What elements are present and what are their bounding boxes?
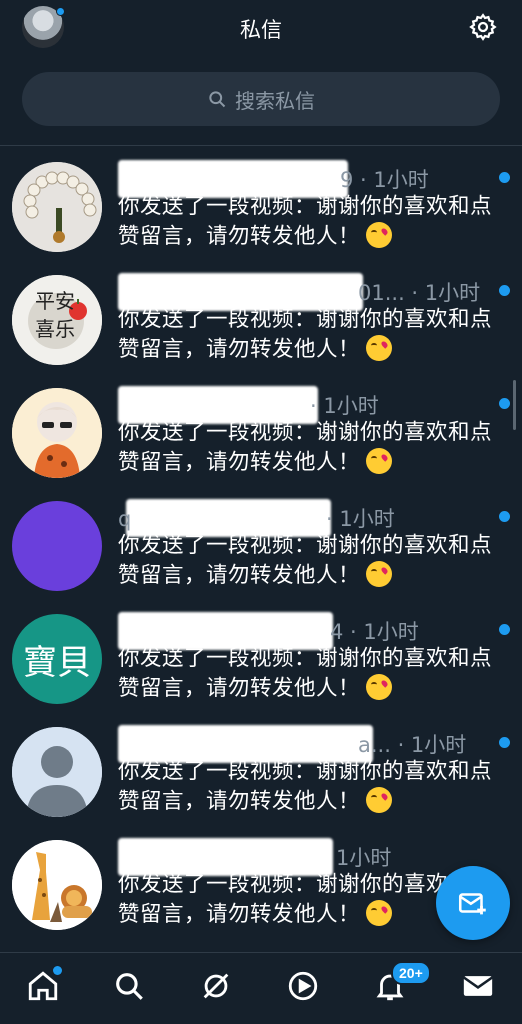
- avatar-text: 平安喜乐: [35, 289, 75, 341]
- preview-text: 你发送了一段视频：谢谢你的喜欢和点赞留言，请勿转发他人！: [118, 307, 493, 362]
- search-placeholder: 搜索私信: [235, 88, 315, 113]
- kissing-face-emoji-icon: [366, 222, 393, 248]
- default-person-icon: [12, 727, 102, 817]
- gear-icon[interactable]: [468, 12, 498, 42]
- conversation-time: · 1小时: [310, 394, 379, 418]
- conversation-name: a... · 1小时: [118, 725, 466, 763]
- conversation-row[interactable]: q · 1小时 你发送了一段视频：谢谢你的喜欢和点赞留言，请勿转发他人！: [0, 485, 522, 598]
- kissing-face-emoji-icon: [366, 787, 393, 813]
- conversation-time: 4 · 1小时: [330, 620, 419, 644]
- conversation-name: q · 1小时: [118, 499, 448, 537]
- nav-search[interactable]: [112, 969, 146, 1003]
- kissing-face-emoji-icon: [366, 448, 393, 474]
- nav-video[interactable]: [286, 969, 320, 1003]
- unread-dot: [499, 398, 510, 409]
- notifications-badge: 20+: [391, 961, 431, 985]
- conversation-name: 01... · 1小时: [118, 273, 480, 311]
- conversation-name: · 1小时: [118, 386, 448, 424]
- unread-dot: [499, 511, 510, 522]
- top-bar: 私信: [0, 0, 522, 58]
- search-icon: [209, 91, 226, 108]
- nav-home[interactable]: [26, 966, 62, 1003]
- avatar: 平安喜乐: [12, 275, 102, 365]
- conversation-name: 1小时: [118, 838, 448, 876]
- preview-text: 你发送了一段视频：谢谢你的喜欢和点赞留言，请勿转发他人！: [118, 420, 493, 475]
- conversation-preview: 你发送了一段视频：谢谢你的喜欢和点赞留言，请勿转发他人！: [118, 305, 513, 365]
- conversation-time: 1小时: [336, 846, 392, 870]
- unread-dot: [499, 285, 510, 296]
- conversation-time: 9 · 1小时: [340, 168, 429, 192]
- new-message-icon: [458, 893, 486, 915]
- conversation-row[interactable]: a... · 1小时 你发送了一段视频：谢谢你的喜欢和点赞留言，请勿转发他人！: [0, 711, 522, 824]
- conversation-row[interactable]: 平安喜乐 01... · 1小时 你发送了一段视频：谢谢你的喜欢和点赞留言，请勿…: [0, 259, 522, 372]
- preview-text: 你发送了一段视频：谢谢你的喜欢和点赞留言，请勿转发他人！: [118, 646, 493, 701]
- conversation-name: 4 · 1小时: [118, 612, 448, 650]
- search-input[interactable]: 搜索私信: [22, 72, 500, 126]
- conversation-list: 9 · 1小时 你发送了一段视频：谢谢你的喜欢和点赞留言，请勿转发他人！ 平安喜…: [0, 146, 522, 937]
- avatar: 寶貝: [12, 614, 102, 704]
- unread-dot: [499, 737, 510, 748]
- avatar: [12, 388, 102, 478]
- preview-text: 你发送了一段视频：谢谢你的喜欢和点赞留言，请勿转发他人！: [118, 194, 493, 249]
- unread-dot: [499, 624, 510, 635]
- kissing-face-emoji-icon: [366, 335, 393, 361]
- page-title: 私信: [240, 18, 282, 42]
- home-unread-dot: [53, 966, 62, 975]
- kissing-face-emoji-icon: [366, 674, 393, 700]
- bottom-navigation: 20+: [0, 952, 522, 1024]
- avatar: [12, 162, 102, 252]
- conversation-preview: 你发送了一段视频：谢谢你的喜欢和点赞留言，请勿转发他人！: [118, 644, 513, 704]
- conversation-preview: 你发送了一段视频：谢谢你的喜欢和点赞留言，请勿转发他人！: [118, 192, 513, 252]
- conversation-time: 01... · 1小时: [358, 281, 481, 305]
- avatar-text: 寶貝: [23, 642, 91, 683]
- nav-messages[interactable]: [461, 969, 495, 1003]
- new-message-button[interactable]: [436, 866, 510, 940]
- kissing-face-emoji-icon: [366, 900, 393, 926]
- conversation-row[interactable]: · 1小时 你发送了一段视频：谢谢你的喜欢和点赞留言，请勿转发他人！: [0, 372, 522, 485]
- conversation-row[interactable]: 9 · 1小时 你发送了一段视频：谢谢你的喜欢和点赞留言，请勿转发他人！: [0, 146, 522, 259]
- search-icon: [116, 973, 143, 1000]
- messages-icon: [463, 976, 493, 996]
- conversation-preview: 你发送了一段视频：谢谢你的喜欢和点赞留言，请勿转发他人！: [118, 531, 513, 591]
- unread-dot: [499, 172, 510, 183]
- conversation-name: 9 · 1小时: [118, 160, 448, 198]
- preview-text: 你发送了一段视频：谢谢你的喜欢和点赞留言，请勿转发他人！: [118, 533, 493, 588]
- conversation-time: q · 1小时: [118, 507, 395, 531]
- video-icon: [288, 971, 318, 1001]
- spaces-icon: [203, 973, 229, 999]
- conversation-preview: 你发送了一段视频：谢谢你的喜欢和点赞留言，请勿转发他人！: [118, 418, 513, 478]
- avatar: [12, 840, 102, 930]
- preview-text: 你发送了一段视频：谢谢你的喜欢和点赞留言，请勿转发他人！: [118, 759, 493, 814]
- conversation-preview: 你发送了一段视频：谢谢你的喜欢和点赞留言，请勿转发他人！: [118, 757, 513, 817]
- nav-notifications[interactable]: 20+: [373, 961, 431, 1003]
- conversation-row[interactable]: 寶貝 4 · 1小时 你发送了一段视频：谢谢你的喜欢和点赞留言，请勿转发他人！: [0, 598, 522, 711]
- scrollbar[interactable]: [513, 380, 516, 430]
- conversation-time: a... · 1小时: [358, 733, 467, 757]
- avatar: [12, 727, 102, 817]
- avatar: [12, 501, 102, 591]
- kissing-face-emoji-icon: [366, 561, 393, 587]
- nav-spaces[interactable]: [199, 969, 233, 1003]
